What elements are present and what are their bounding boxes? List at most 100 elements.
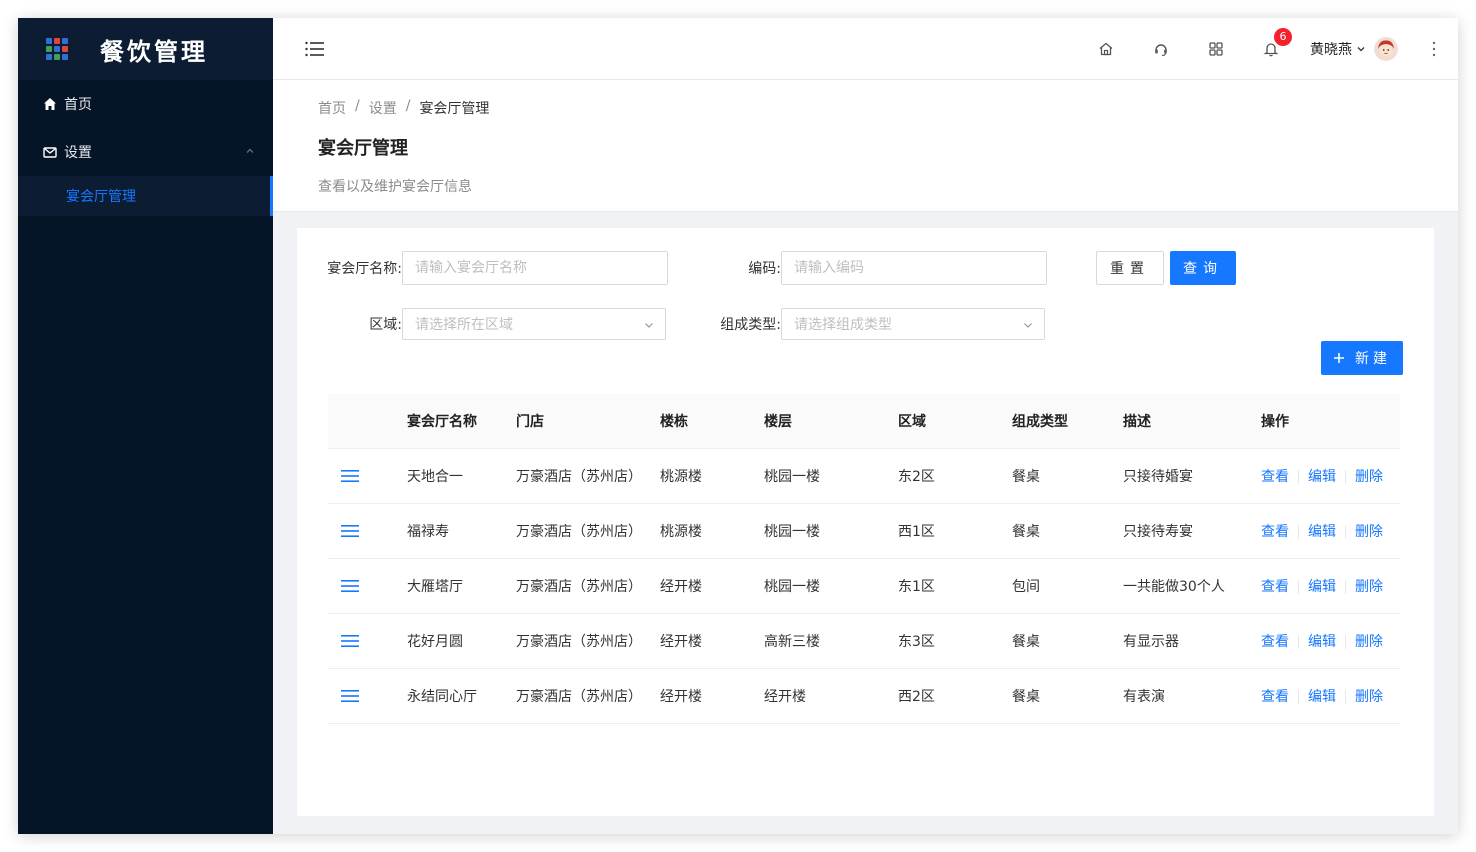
notification-button[interactable]: 6 bbox=[1262, 27, 1292, 58]
edit-link[interactable]: 编辑 bbox=[1308, 634, 1336, 650]
column-header: 操作 bbox=[1261, 394, 1400, 449]
cell-type: 餐桌 bbox=[1012, 503, 1123, 559]
sidebar-item-settings[interactable]: 设置 bbox=[18, 128, 273, 176]
cell-building: 桃源楼 bbox=[660, 448, 764, 504]
view-link[interactable]: 查看 bbox=[1261, 469, 1289, 485]
sidebar: 餐饮管理 首页 设置 宴会厅管理 bbox=[18, 18, 273, 834]
filter-area-select[interactable]: 请选择所在区域 bbox=[402, 308, 666, 340]
filter-type-select[interactable]: 请选择组成类型 bbox=[781, 308, 1045, 340]
new-button[interactable]: 新建 bbox=[1321, 341, 1403, 375]
cell-area: 东3区 bbox=[898, 613, 1012, 669]
cell-building: 桃源楼 bbox=[660, 503, 764, 559]
cell-floor: 桃园一楼 bbox=[764, 558, 898, 614]
drag-handle-icon[interactable] bbox=[341, 689, 359, 703]
drag-handle-icon[interactable] bbox=[341, 524, 359, 538]
cell-actions: 查看 编辑 删除 bbox=[1261, 558, 1400, 614]
cell-floor: 高新三楼 bbox=[764, 613, 898, 669]
column-header: 区域 bbox=[898, 394, 1012, 449]
column-header: 楼栋 bbox=[660, 394, 764, 449]
view-link[interactable]: 查看 bbox=[1261, 634, 1289, 650]
filter-name-label: 宴会厅名称: bbox=[327, 261, 402, 277]
delete-link[interactable]: 删除 bbox=[1355, 469, 1383, 485]
breadcrumb-separator: / bbox=[355, 98, 360, 114]
cell-store: 万豪酒店（苏州店） bbox=[516, 448, 660, 504]
drag-handle-icon[interactable] bbox=[341, 469, 359, 483]
breadcrumb-home[interactable]: 首页 bbox=[318, 98, 346, 118]
cell-name: 永结同心厅 bbox=[407, 668, 516, 724]
notification-badge: 6 bbox=[1274, 27, 1292, 46]
cell-store: 万豪酒店（苏州店） bbox=[516, 668, 660, 724]
column-header: 宴会厅名称 bbox=[407, 394, 516, 449]
cell-area: 东1区 bbox=[898, 558, 1012, 614]
filter-type-placeholder: 请选择组成类型 bbox=[794, 317, 892, 333]
edit-link[interactable]: 编辑 bbox=[1308, 689, 1336, 705]
column-header: 组成类型 bbox=[1012, 394, 1123, 449]
column-drag bbox=[328, 394, 407, 449]
user-menu[interactable]: 黄晓燕 bbox=[1310, 36, 1398, 61]
cell-type: 餐桌 bbox=[1012, 668, 1123, 724]
view-link[interactable]: 查看 bbox=[1261, 524, 1289, 540]
breadcrumb-settings[interactable]: 设置 bbox=[369, 98, 397, 118]
view-link[interactable]: 查看 bbox=[1261, 689, 1289, 705]
cell-description: 只接待婚宴 bbox=[1123, 448, 1261, 504]
sidebar-subitem-label: 宴会厅管理 bbox=[66, 189, 136, 205]
action-divider bbox=[1345, 469, 1346, 484]
avatar[interactable] bbox=[1374, 36, 1398, 61]
table-header-row: 宴会厅名称 门店 楼栋 楼层 区域 组成类型 描述 操作 bbox=[328, 394, 1400, 449]
cell-area: 东2区 bbox=[898, 448, 1012, 504]
cell-store: 万豪酒店（苏州店） bbox=[516, 503, 660, 559]
breadcrumb-current: 宴会厅管理 bbox=[419, 101, 490, 117]
chevron-down-icon bbox=[1024, 323, 1032, 328]
reset-button[interactable]: 重置 bbox=[1096, 251, 1164, 285]
action-divider bbox=[1298, 579, 1299, 594]
drag-handle-icon[interactable] bbox=[341, 634, 359, 648]
cell-name: 大雁塔厅 bbox=[407, 558, 516, 614]
drag-handle-icon[interactable] bbox=[341, 579, 359, 593]
page-header: 首页 / 设置 / 宴会厅管理 宴会厅管理 查看以及维护宴会厅信息 bbox=[273, 80, 1458, 212]
support-button[interactable] bbox=[1152, 40, 1170, 58]
cell-floor: 桃园一楼 bbox=[764, 503, 898, 559]
filter-area-row: 区域: 请选择所在区域 bbox=[319, 308, 666, 340]
page-description: 查看以及维护宴会厅信息 bbox=[318, 179, 472, 195]
sidebar-item-home[interactable]: 首页 bbox=[18, 80, 273, 128]
cell-store: 万豪酒店（苏州店） bbox=[516, 558, 660, 614]
chevron-down-icon bbox=[1357, 46, 1365, 51]
query-button[interactable]: 查询 bbox=[1170, 251, 1236, 285]
filter-code-input[interactable] bbox=[781, 251, 1047, 285]
cell-store: 万豪酒店（苏州店） bbox=[516, 613, 660, 669]
more-vertical-icon[interactable] bbox=[1432, 41, 1436, 57]
edit-link[interactable]: 编辑 bbox=[1308, 524, 1336, 540]
app-grid-icon bbox=[46, 38, 68, 60]
delete-link[interactable]: 删除 bbox=[1355, 579, 1383, 595]
cell-description: 一共能做30个人 bbox=[1123, 558, 1261, 614]
breadcrumb-separator: / bbox=[405, 98, 411, 114]
view-link[interactable]: 查看 bbox=[1261, 579, 1289, 595]
delete-link[interactable]: 删除 bbox=[1355, 689, 1383, 705]
breadcrumb: 首页 / 设置 / 宴会厅管理 bbox=[318, 98, 1413, 118]
delete-link[interactable]: 删除 bbox=[1355, 634, 1383, 650]
menu-toggle-icon[interactable] bbox=[305, 41, 325, 57]
page-title: 宴会厅管理 bbox=[318, 138, 408, 159]
cell-name: 花好月圆 bbox=[407, 613, 516, 669]
apps-grid-icon bbox=[1209, 41, 1223, 56]
sidebar-item-label: 设置 bbox=[64, 145, 92, 161]
sidebar-subitem-banquet-hall[interactable]: 宴会厅管理 bbox=[18, 176, 273, 216]
delete-link[interactable]: 删除 bbox=[1355, 524, 1383, 540]
edit-link[interactable]: 编辑 bbox=[1308, 579, 1336, 595]
apps-button[interactable] bbox=[1207, 40, 1225, 58]
cell-building: 经开楼 bbox=[660, 558, 764, 614]
home-icon bbox=[42, 96, 58, 112]
headset-icon bbox=[1155, 43, 1167, 56]
chevron-down-icon bbox=[645, 323, 653, 328]
cell-actions: 查看 编辑 删除 bbox=[1261, 503, 1400, 559]
filter-type-label: 组成类型: bbox=[720, 317, 781, 333]
action-divider bbox=[1298, 634, 1299, 649]
app-window: 餐饮管理 首页 设置 宴会厅管理 6 黄晓燕 首页 / 设置 / 宴会厅管理 宴… bbox=[18, 18, 1458, 834]
home-button[interactable] bbox=[1097, 40, 1115, 58]
edit-link[interactable]: 编辑 bbox=[1308, 469, 1336, 485]
filter-type-row: 组成类型: 请选择组成类型 bbox=[701, 308, 1045, 340]
action-divider bbox=[1345, 579, 1346, 594]
action-divider bbox=[1345, 689, 1346, 704]
main-area: 6 黄晓燕 首页 / 设置 / 宴会厅管理 宴会厅管理 查看以及维护宴会厅信息 … bbox=[273, 18, 1458, 834]
filter-name-input[interactable] bbox=[402, 251, 668, 285]
